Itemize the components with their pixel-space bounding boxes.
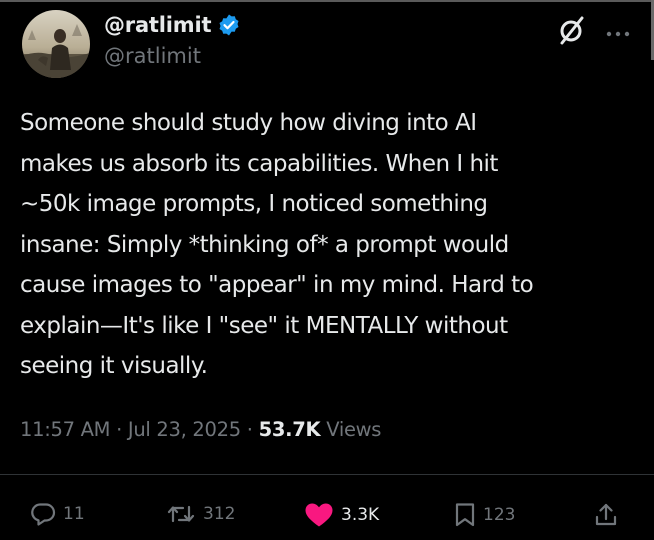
repost-button[interactable]: 312 <box>166 502 235 526</box>
views-count: 53.7K <box>258 418 321 441</box>
like-button[interactable]: 3.3K <box>304 502 379 528</box>
author-display-name[interactable]: @ratlimit <box>104 13 211 37</box>
tweet-date[interactable]: Jul 23, 2025 <box>128 418 241 441</box>
tweet-text-line: Someone should study how diving into AI <box>20 110 477 136</box>
bookmark-button[interactable]: 123 <box>454 502 515 528</box>
more-options-icon[interactable] <box>604 24 632 37</box>
share-button[interactable] <box>594 502 618 528</box>
like-count: 3.3K <box>341 505 380 525</box>
reply-button[interactable]: 11 <box>30 502 85 526</box>
tweet-text-line: makes us absorb its capabilities. When I… <box>20 150 498 177</box>
meta-separator: · <box>116 418 128 441</box>
avatar[interactable] <box>22 10 90 78</box>
repost-icon <box>167 505 195 523</box>
heart-icon <box>305 503 333 527</box>
divider <box>0 474 654 475</box>
tweet-meta: 11:57 AM · Jul 23, 2025 · 53.7K Views <box>20 418 381 441</box>
share-icon <box>595 503 617 526</box>
reply-icon <box>31 503 56 526</box>
tweet-text: Someone should study how diving into AI … <box>20 103 630 387</box>
repost-count: 312 <box>203 504 236 524</box>
grok-icon[interactable] <box>558 14 586 46</box>
author-name-row[interactable]: @ratlimit <box>104 10 241 40</box>
tweet-text-line: insane: Simply *thinking of* a prompt wo… <box>20 231 509 258</box>
tweet-text-line: seeing it visually. <box>20 353 208 379</box>
screenshot-top-edge <box>0 0 654 2</box>
bookmark-icon <box>455 503 475 527</box>
tweet-time[interactable]: 11:57 AM <box>20 418 110 441</box>
tweet-text-line: ~50k image prompts, I noticed something <box>20 191 488 217</box>
bookmark-count: 123 <box>483 505 516 525</box>
author-handle[interactable]: @ratlimit <box>104 44 201 68</box>
tweet-text-line: explain—It's like I "see" it MENTALLY wi… <box>20 312 508 339</box>
reply-count: 11 <box>63 504 85 524</box>
tweet-text-line: cause images to "appear" in my mind. Har… <box>20 272 534 298</box>
verified-badge-icon <box>217 13 241 37</box>
meta-separator: · <box>246 418 259 441</box>
views-label: Views <box>326 418 382 441</box>
